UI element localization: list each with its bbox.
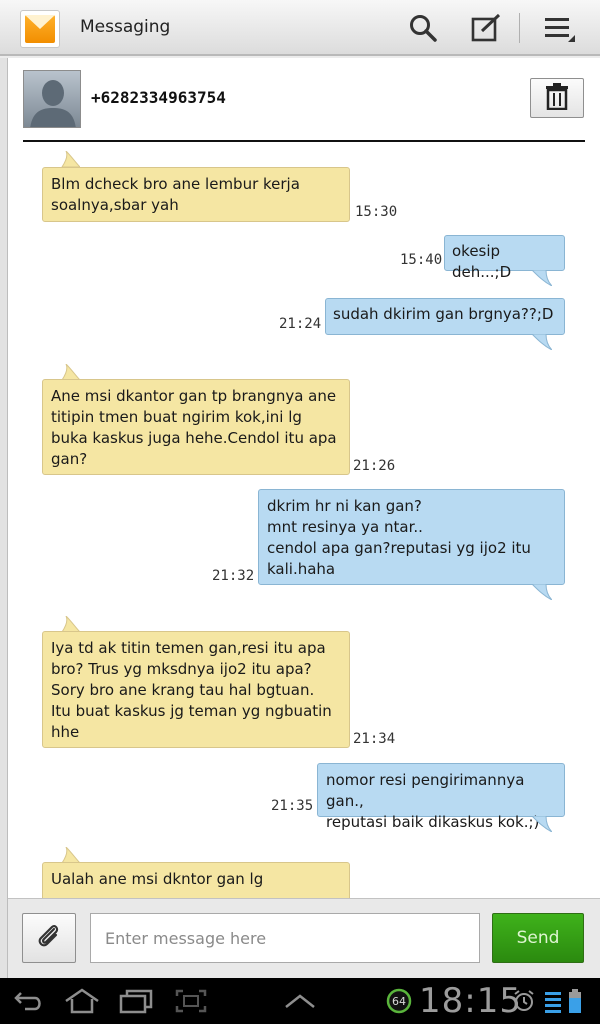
message-time: 15:40: [400, 252, 443, 268]
overflow-menu-icon[interactable]: [538, 8, 580, 48]
message-time: 21:35: [271, 798, 314, 814]
message-composer: Send: [8, 898, 600, 978]
status-clock: 18:15: [419, 981, 522, 1021]
search-icon[interactable]: [402, 8, 444, 48]
bubble-tail: [61, 364, 80, 380]
outgoing-bubble: okesip deh...;D: [444, 235, 565, 281]
battery-icon: [566, 986, 584, 1016]
message-time: 21:34: [353, 731, 396, 747]
action-bar-separator: [519, 13, 520, 43]
notification-badge-count: 64: [392, 994, 406, 1008]
trash-icon: [544, 82, 570, 114]
send-button[interactable]: Send: [492, 913, 584, 963]
incoming-bubble: Iya td ak titin temen gan,resi itu apa b…: [42, 631, 350, 748]
message-time: 21:32: [212, 568, 255, 584]
back-icon[interactable]: [12, 986, 46, 1016]
chevron-up-icon[interactable]: [282, 986, 318, 1016]
contact-avatar[interactable]: [23, 70, 81, 128]
home-icon[interactable]: [62, 986, 102, 1016]
app-title: Messaging: [80, 17, 171, 37]
bubble-tail: [532, 816, 552, 832]
delete-thread-button[interactable]: [530, 78, 584, 118]
system-bar: 64 18:15: [0, 978, 600, 1024]
incoming-bubble: Blm dcheck bro ane lembur kerja soalnya,…: [42, 167, 350, 222]
paperclip-icon: [34, 921, 64, 955]
messaging-app-icon[interactable]: [20, 10, 60, 48]
contact-number: +6282334963754: [91, 88, 226, 107]
alarm-icon: [512, 986, 536, 1016]
bubble-tail: [61, 847, 80, 863]
outgoing-bubble: sudah dkirim gan brgnya??;D: [325, 298, 565, 335]
message-input[interactable]: [90, 913, 480, 963]
header-divider: [23, 140, 585, 142]
attach-button[interactable]: [22, 913, 76, 963]
notification-badge-icon[interactable]: 64: [386, 986, 412, 1016]
message-time: 21:24: [279, 316, 322, 332]
signal-icon: [542, 986, 566, 1016]
outgoing-bubble: dkrim hr ni kan gan? mnt resinya ya ntar…: [258, 489, 565, 585]
message-time: 15:30: [355, 204, 398, 220]
incoming-bubble: Ane msi dkantor gan tp brangnya ane titi…: [42, 379, 350, 475]
action-bar: Messaging: [0, 0, 600, 56]
recent-apps-icon[interactable]: [118, 986, 154, 1016]
compose-icon[interactable]: [465, 8, 507, 48]
bubble-tail: [532, 584, 552, 600]
bubble-tail: [532, 270, 552, 286]
bubble-tail: [532, 334, 552, 350]
bubble-tail: [61, 616, 80, 632]
left-edge-rule: [0, 58, 8, 978]
conversation-thread[interactable]: +6282334963754 Blm dcheck bro ane lembur…: [8, 58, 600, 898]
incoming-bubble: Ualah ane msi dkntor gan lg: [42, 862, 350, 898]
screenshot-icon[interactable]: [174, 986, 208, 1016]
bubble-tail: [61, 151, 80, 167]
message-time: 21:26: [353, 458, 396, 474]
outgoing-bubble: nomor resi pengirimannya gan., reputasi …: [317, 763, 565, 831]
